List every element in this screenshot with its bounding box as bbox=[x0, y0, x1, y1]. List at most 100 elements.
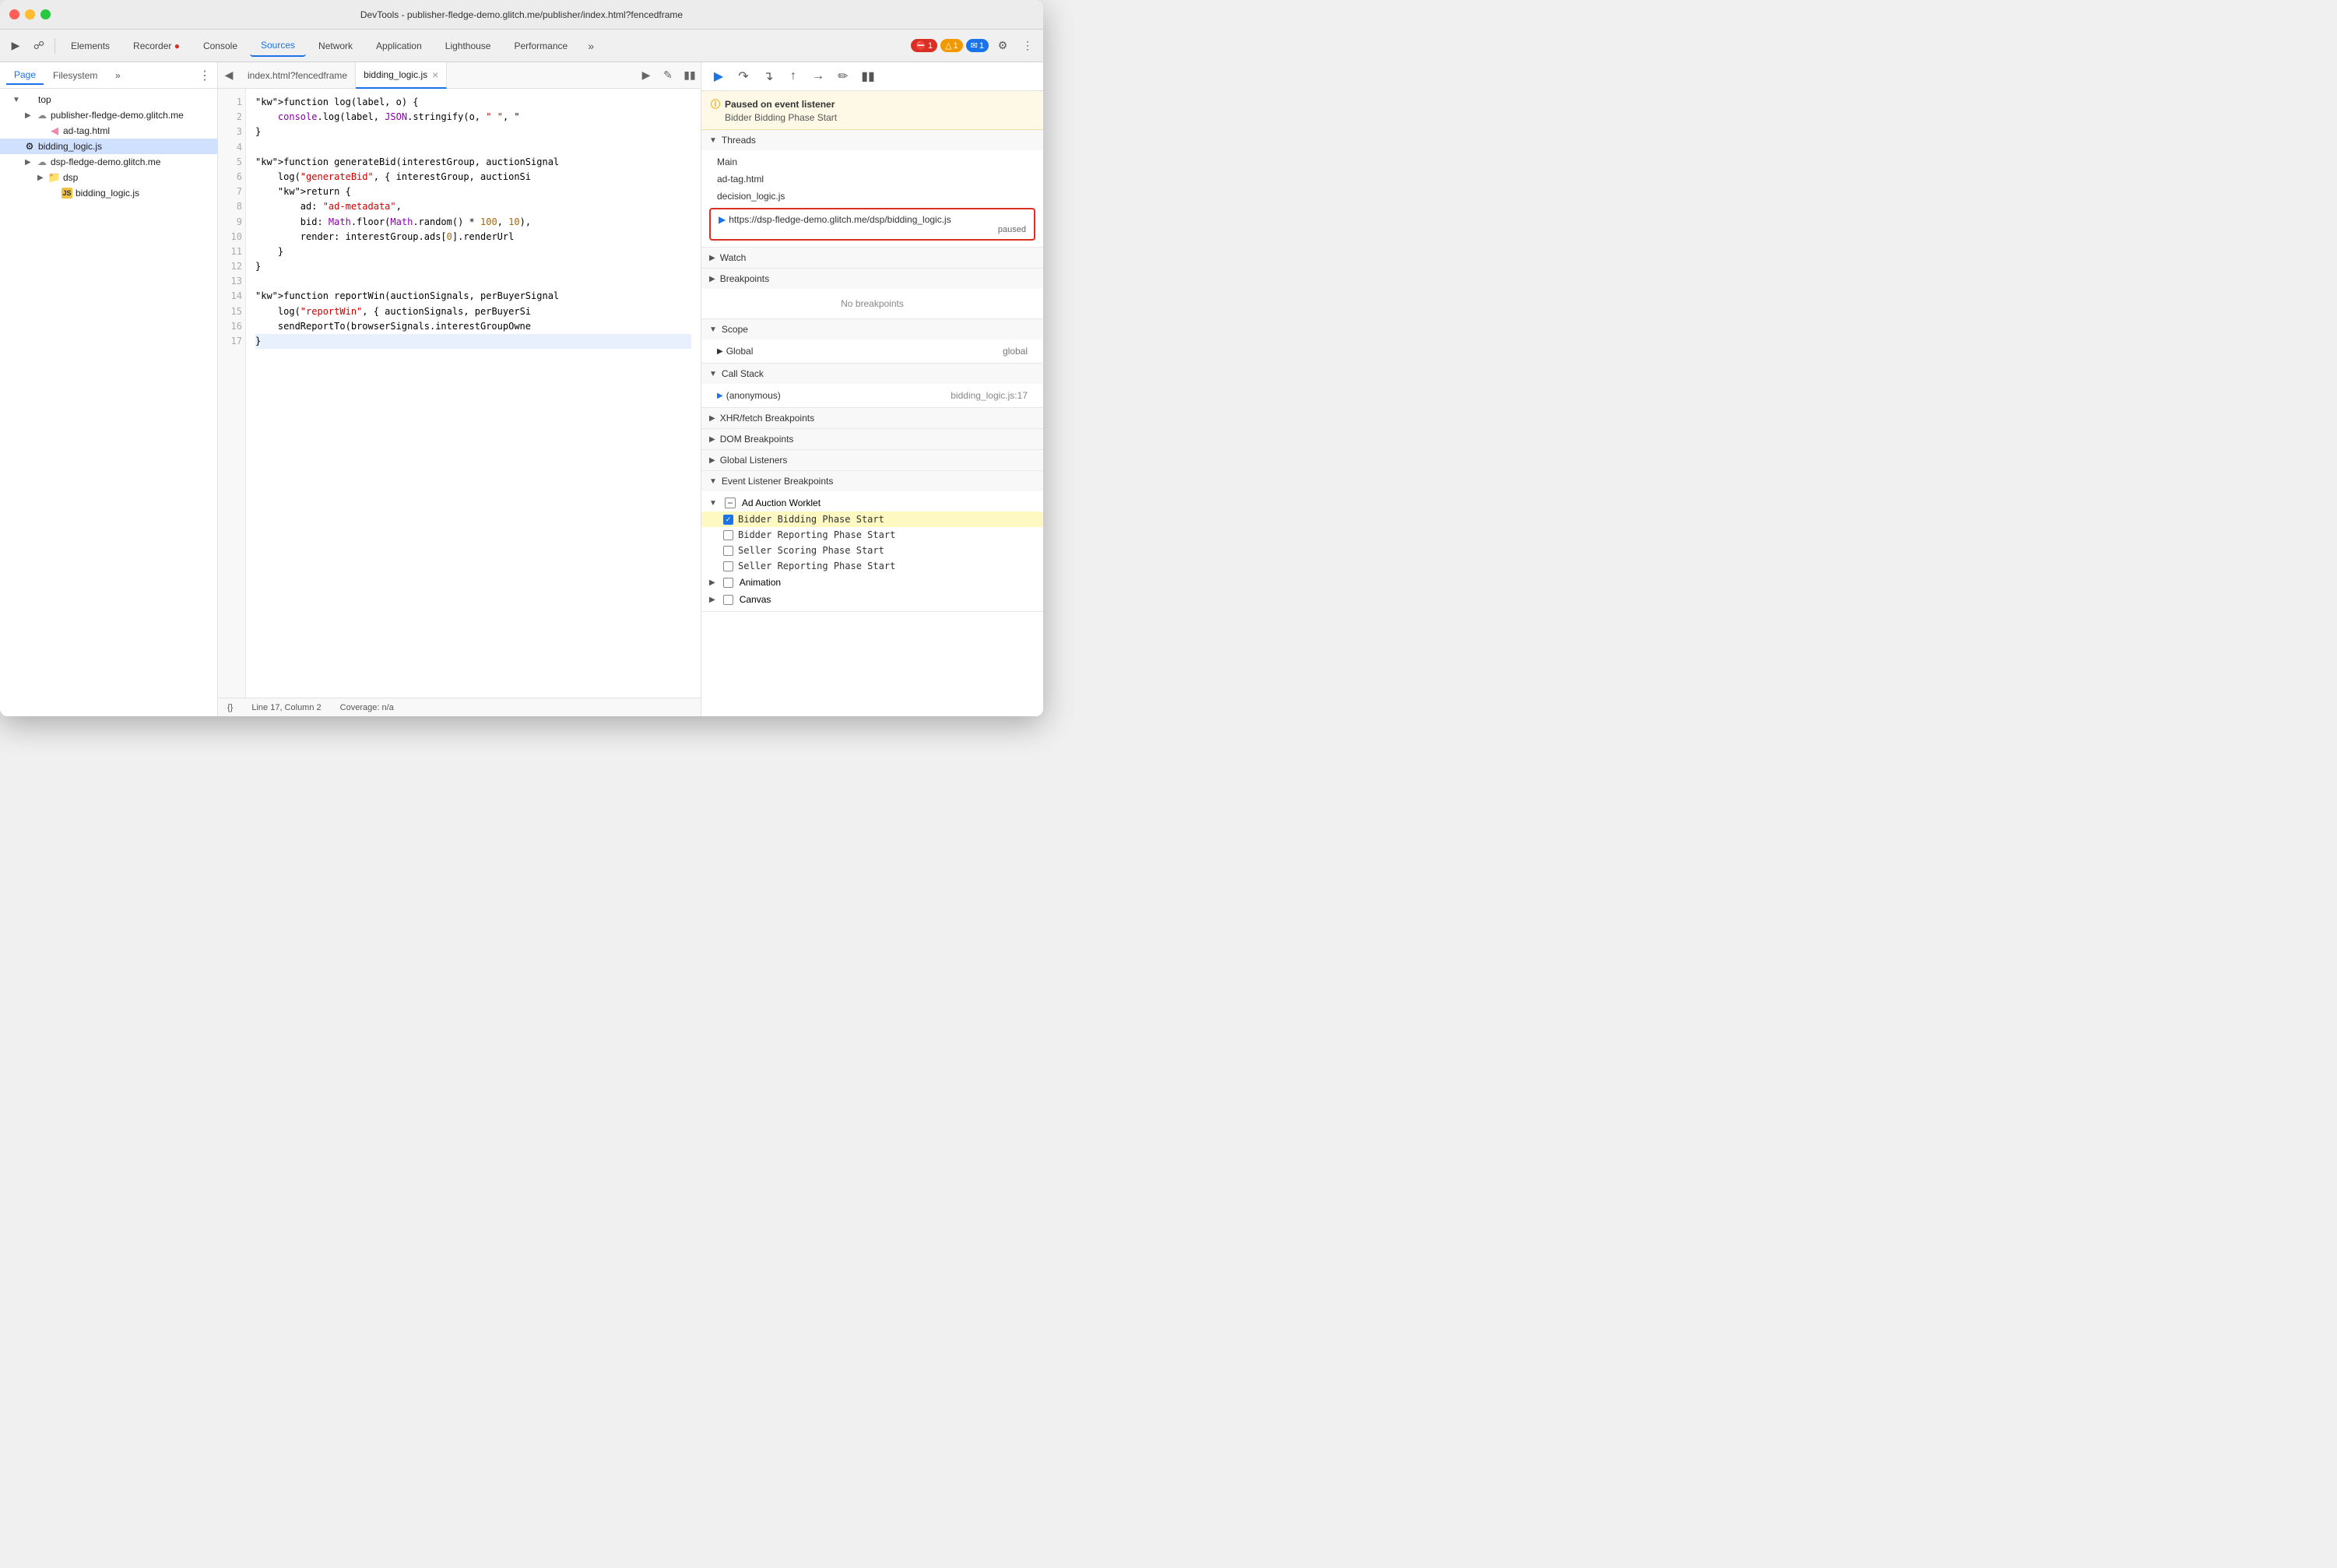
code-line-10: render: interestGroup.ads[0].renderUrl bbox=[255, 230, 691, 244]
elb-group-ad-auction[interactable]: ▼ − Ad Auction Worklet bbox=[701, 494, 1043, 512]
tree-item-bidding-selected[interactable]: ▶ ⚙ bidding_logic.js bbox=[0, 139, 217, 154]
code-line-9: bid: Math.floor(Math.random() * 100, 10)… bbox=[255, 215, 691, 230]
editor-nav-left[interactable]: ◀ bbox=[218, 65, 240, 86]
code-editor[interactable]: "kw">function log(label, o) { console.lo… bbox=[246, 89, 701, 698]
elb-checkbox-seller-scoring[interactable] bbox=[723, 546, 733, 556]
code-line-17: } bbox=[255, 334, 691, 349]
step-out-button[interactable]: ↑ bbox=[782, 65, 804, 87]
tree-item-dsp-host[interactable]: ▶ ☁ dsp-fledge-demo.glitch.me bbox=[0, 154, 217, 170]
dont-pause-button[interactable]: ▮▮ bbox=[857, 65, 879, 87]
cloud-icon-dsp: ☁ bbox=[36, 156, 48, 168]
tab-recorder[interactable]: Recorder ● bbox=[122, 36, 191, 56]
tab-console[interactable]: Console bbox=[192, 36, 248, 56]
step-into-button[interactable]: ↴ bbox=[757, 65, 779, 87]
elb-checkbox-bidder-bidding[interactable]: ✓ bbox=[723, 515, 733, 525]
thread-bidding-active[interactable]: ▶ https://dsp-fledge-demo.glitch.me/dsp/… bbox=[709, 208, 1035, 241]
warning-count: 1 bbox=[954, 41, 958, 51]
warning-icon: △ bbox=[945, 40, 951, 51]
elb-item-seller-reporting[interactable]: Seller Reporting Phase Start bbox=[701, 558, 1043, 574]
toolbar-separator bbox=[54, 38, 55, 54]
breakpoints-header[interactable]: ▶ Breakpoints bbox=[701, 269, 1043, 289]
elb-animation-label: Animation bbox=[740, 577, 781, 588]
breakpoints-section: ▶ Breakpoints No breakpoints bbox=[701, 269, 1043, 319]
elb-checkbox-canvas[interactable] bbox=[723, 595, 733, 605]
more-tabs-icon[interactable]: » bbox=[580, 35, 602, 57]
threads-section: ▼ Threads Main ad-tag.html decision_logi… bbox=[701, 130, 1043, 248]
call-stack-header[interactable]: ▼ Call Stack bbox=[701, 364, 1043, 384]
scope-header[interactable]: ▼ Scope bbox=[701, 319, 1043, 339]
tree-item-adtag[interactable]: ▶ ◀ ad-tag.html bbox=[0, 123, 217, 139]
tab-network[interactable]: Network bbox=[308, 36, 364, 56]
error-badge[interactable]: ⛔ 1 bbox=[911, 39, 937, 52]
tree-item-dsp-folder[interactable]: ▶ 📁 dsp bbox=[0, 170, 217, 185]
elb-checkbox-seller-reporting[interactable] bbox=[723, 561, 733, 571]
thread-main[interactable]: Main bbox=[701, 153, 1043, 171]
elb-item-seller-scoring[interactable]: Seller Scoring Phase Start bbox=[701, 543, 1043, 558]
call-stack-label: Call Stack bbox=[722, 368, 764, 379]
code-line-13 bbox=[255, 274, 691, 289]
message-badge[interactable]: ✉ 1 bbox=[966, 39, 989, 52]
warning-badge[interactable]: △ 1 bbox=[940, 39, 963, 52]
tab-sources[interactable]: Sources bbox=[250, 35, 306, 57]
tree-item-top[interactable]: ▼ top bbox=[0, 92, 217, 107]
scope-global[interactable]: ▶ Global global bbox=[701, 343, 1043, 360]
thread-decision[interactable]: decision_logic.js bbox=[701, 188, 1043, 205]
settings-icon[interactable]: ⚙ bbox=[992, 35, 1014, 57]
editor-tab-close-icon[interactable]: × bbox=[432, 69, 438, 80]
editor-pencil-icon[interactable]: ✎ bbox=[657, 65, 679, 86]
line-column: Line 17, Column 2 bbox=[251, 703, 321, 712]
elb-group-canvas[interactable]: ▶ Canvas bbox=[701, 591, 1043, 608]
thread-adtag[interactable]: ad-tag.html bbox=[701, 171, 1043, 188]
resume-button[interactable]: ▶ bbox=[708, 65, 729, 87]
more-tabs-icon-sidebar[interactable]: » bbox=[107, 65, 128, 86]
editor-tab-bidding[interactable]: bidding_logic.js × bbox=[356, 62, 447, 89]
editor-pause-icon[interactable]: ▮▮ bbox=[679, 65, 701, 86]
call-item-anon[interactable]: ▶ (anonymous) bidding_logic.js:17 bbox=[701, 387, 1043, 404]
maximize-button[interactable] bbox=[40, 9, 51, 19]
device-icon[interactable]: ☍ bbox=[28, 35, 50, 57]
elb-item-bidder-reporting[interactable]: Bidder Reporting Phase Start bbox=[701, 527, 1043, 543]
debugger-panel: ▶ ↷ ↴ ↑ → ✏ ▮▮ ⓘ Paused on event listene… bbox=[701, 62, 1043, 716]
elb-checkbox-bidder-reporting[interactable] bbox=[723, 530, 733, 540]
close-button[interactable] bbox=[9, 9, 19, 19]
code-line-12: } bbox=[255, 259, 691, 274]
elb-canvas-label: Canvas bbox=[740, 594, 771, 605]
xhr-header[interactable]: ▶ XHR/fetch Breakpoints bbox=[701, 408, 1043, 428]
sidebar-tab-filesystem[interactable]: Filesystem bbox=[45, 67, 105, 84]
elb-label: Event Listener Breakpoints bbox=[722, 476, 833, 487]
tree-label-publisher: publisher-fledge-demo.glitch.me bbox=[51, 110, 184, 121]
threads-header[interactable]: ▼ Threads bbox=[701, 130, 1043, 150]
watch-header[interactable]: ▶ Watch bbox=[701, 248, 1043, 268]
step-over-button[interactable]: ↷ bbox=[733, 65, 754, 87]
inspect-icon[interactable]: ▶ bbox=[5, 35, 26, 57]
tree-item-bidding-dsp[interactable]: ▶ JS bidding_logic.js bbox=[0, 185, 217, 201]
elb-group-animation[interactable]: ▶ Animation bbox=[701, 574, 1043, 591]
watch-section: ▶ Watch bbox=[701, 248, 1043, 269]
more-options-icon[interactable]: ⋮ bbox=[1017, 35, 1038, 57]
gear-icon: ⚙ bbox=[23, 140, 36, 153]
scope-global-key: ▶ Global bbox=[717, 346, 753, 357]
cloud-icon: ☁ bbox=[36, 109, 48, 121]
elb-item-bidder-bidding[interactable]: ✓ Bidder Bidding Phase Start bbox=[701, 512, 1043, 527]
elb-header[interactable]: ▼ Event Listener Breakpoints bbox=[701, 471, 1043, 491]
tab-performance[interactable]: Performance bbox=[503, 36, 578, 56]
tab-lighthouse[interactable]: Lighthouse bbox=[434, 36, 502, 56]
dom-header[interactable]: ▶ DOM Breakpoints bbox=[701, 429, 1043, 449]
global-listeners-arrow: ▶ bbox=[709, 456, 715, 465]
toolbar-right: ⛔ 1 △ 1 ✉ 1 ⚙ ⋮ bbox=[911, 35, 1038, 57]
tab-application[interactable]: Application bbox=[365, 36, 433, 56]
editor-area: ◀ index.html?fencedframe bidding_logic.j… bbox=[218, 62, 701, 716]
sidebar-tab-page[interactable]: Page bbox=[6, 66, 44, 85]
step-button[interactable]: → bbox=[807, 65, 829, 87]
editor-nav-right[interactable]: ▶ bbox=[635, 65, 657, 86]
deactivate-button[interactable]: ✏ bbox=[832, 65, 854, 87]
elb-checkbox-animation[interactable] bbox=[723, 578, 733, 588]
code-line-14: "kw">function reportWin(auctionSignals, … bbox=[255, 289, 691, 304]
editor-tab-index[interactable]: index.html?fencedframe bbox=[240, 62, 356, 89]
elb-label-bidder-reporting: Bidder Reporting Phase Start bbox=[738, 529, 895, 540]
minimize-button[interactable] bbox=[25, 9, 35, 19]
global-listeners-header[interactable]: ▶ Global Listeners bbox=[701, 450, 1043, 470]
sidebar-menu-icon[interactable]: ⋮ bbox=[199, 68, 211, 83]
tab-elements[interactable]: Elements bbox=[60, 36, 121, 56]
tree-item-publisher[interactable]: ▶ ☁ publisher-fledge-demo.glitch.me bbox=[0, 107, 217, 123]
